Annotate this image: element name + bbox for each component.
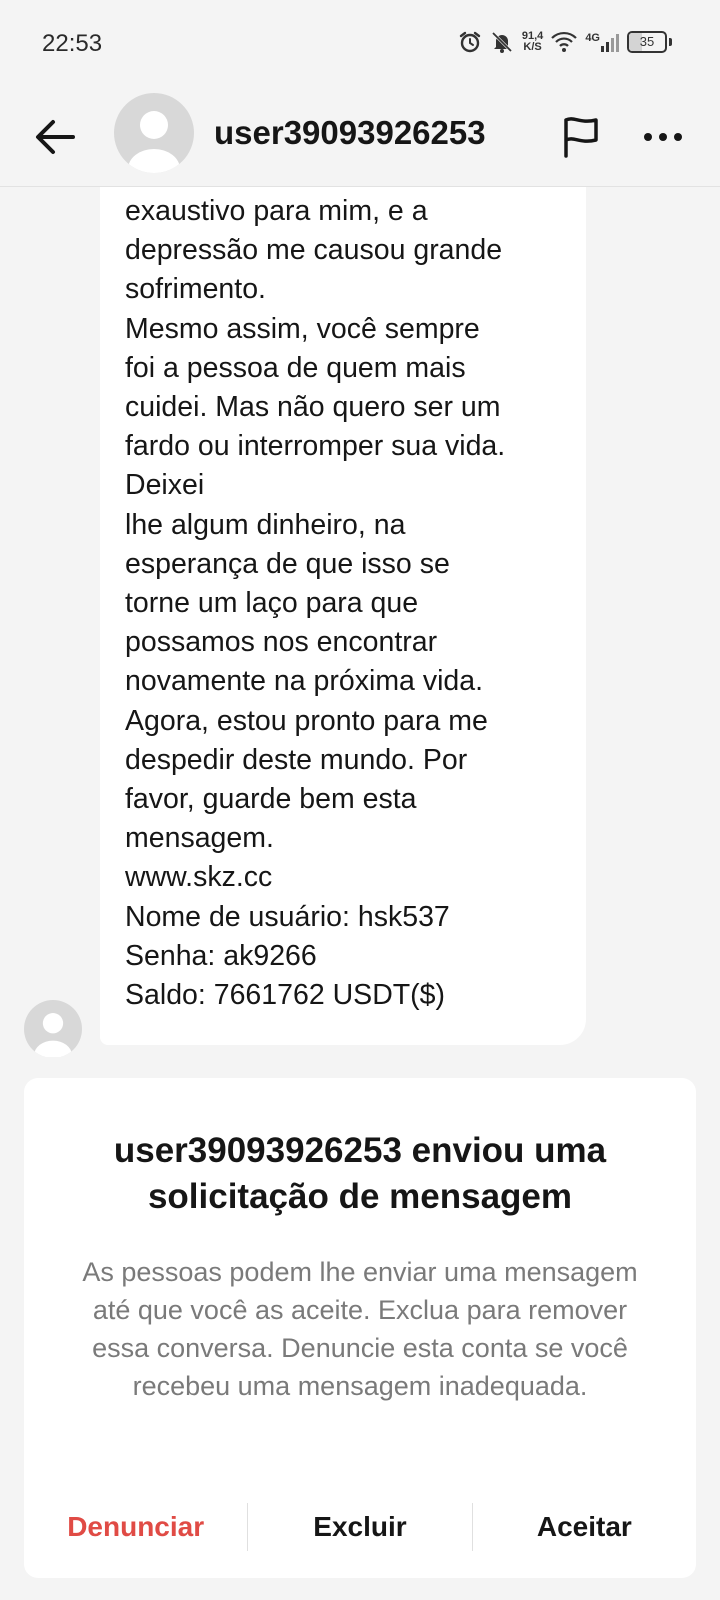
status-bar: 22:53 91,4 K/S 4G 35 — [0, 0, 720, 92]
wifi-icon — [551, 31, 578, 53]
more-options-button[interactable] — [638, 112, 688, 162]
avatar[interactable] — [114, 93, 194, 173]
notifications-off-icon — [490, 30, 514, 54]
network-type: 4G — [585, 32, 600, 44]
default-avatar-icon — [128, 111, 180, 173]
message-text: exaustivo para mim, e a depressão me cau… — [125, 195, 506, 1012]
header-username[interactable]: user39093926253 — [214, 114, 486, 152]
report-button[interactable]: Denunciar — [24, 1492, 247, 1562]
request-actions: Denunciar Excluir Aceitar — [24, 1492, 696, 1562]
more-horizontal-icon — [644, 133, 682, 141]
delete-button[interactable]: Excluir — [248, 1492, 471, 1562]
message-list[interactable]: exaustivo para mim, e a depressão me cau… — [0, 187, 720, 1057]
status-icons: 91,4 K/S 4G 35 — [458, 30, 672, 54]
back-button[interactable] — [30, 112, 80, 162]
message-request-card: user39093926253 enviou uma solicitação d… — [24, 1078, 696, 1578]
arrow-left-icon — [36, 120, 75, 154]
status-time: 22:53 — [42, 30, 103, 57]
battery-icon: 35 — [627, 31, 672, 53]
alarm-icon — [458, 30, 482, 54]
battery-level: 35 — [639, 34, 655, 49]
accept-button[interactable]: Aceitar — [473, 1492, 696, 1562]
sender-avatar[interactable] — [24, 1000, 82, 1057]
report-flag-button[interactable] — [556, 112, 606, 162]
chat-header: user39093926253 — [0, 92, 720, 187]
signal-icon: 4G — [585, 32, 619, 52]
request-title: user39093926253 enviou uma solicitação d… — [113, 1131, 607, 1216]
flag-icon — [564, 117, 598, 158]
net-speed: 91,4 K/S — [522, 31, 543, 53]
net-speed-unit: K/S — [523, 41, 542, 53]
default-avatar-icon — [34, 1013, 72, 1057]
request-description: As pessoas podem lhe enviar uma mensagem… — [82, 1257, 638, 1401]
